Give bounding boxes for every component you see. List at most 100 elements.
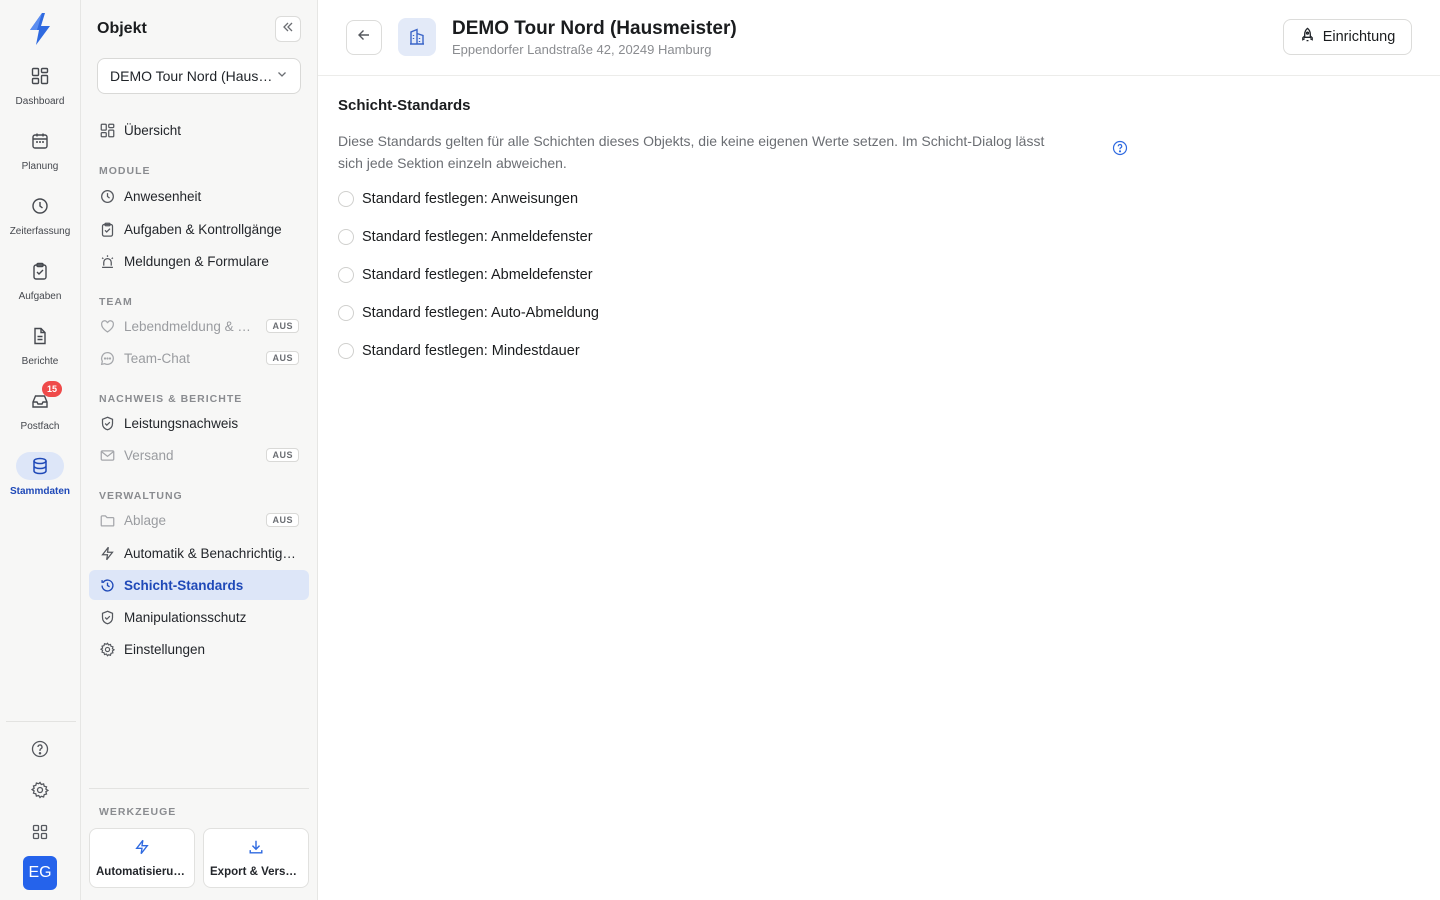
section-heading-nachweis: NACHWEIS & BERICHTE bbox=[99, 393, 243, 405]
inbox-icon: 15 bbox=[16, 381, 64, 415]
rail-label: Dashboard bbox=[15, 96, 65, 107]
document-icon bbox=[16, 322, 64, 350]
option-anweisungen[interactable]: Standard festlegen: Anweisungen bbox=[338, 189, 578, 209]
sidebar-item-label: Aufgaben & Kontrollgänge bbox=[124, 221, 282, 237]
checkbox[interactable] bbox=[338, 305, 354, 321]
sidebar-item-uebersicht[interactable]: Übersicht bbox=[89, 115, 309, 145]
rail-item-aufgaben[interactable]: Aufgaben bbox=[0, 257, 80, 313]
arrow-left-icon bbox=[357, 28, 371, 47]
sidebar-divider bbox=[89, 788, 309, 789]
sidebar-item-anwesenheit[interactable]: Anwesenheit bbox=[89, 181, 309, 211]
sidebar-item-versand[interactable]: Versand AUS bbox=[89, 440, 309, 470]
app-rail: Dashboard Planung Zeiterfassung Aufgaben… bbox=[0, 0, 81, 900]
rail-label: Aufgaben bbox=[18, 291, 62, 302]
rail-label: Stammdaten bbox=[9, 486, 70, 497]
tool-label: Export & Versand bbox=[210, 865, 302, 878]
tool-export-button[interactable]: Export & Versand bbox=[203, 828, 309, 888]
chat-bubble-icon bbox=[99, 350, 115, 366]
rail-label: Zeiterfassung bbox=[9, 226, 71, 237]
gear-icon bbox=[99, 641, 115, 657]
sidebar-item-leistungsnachweis[interactable]: Leistungsnachweis bbox=[89, 408, 309, 438]
object-select[interactable]: DEMO Tour Nord (Hausmeister) bbox=[97, 58, 301, 94]
apps-grid-icon[interactable] bbox=[30, 822, 50, 842]
collapse-sidebar-button[interactable] bbox=[275, 16, 301, 42]
sidebar-item-label: Meldungen & Formulare bbox=[124, 253, 269, 269]
option-anmeldefenster[interactable]: Standard festlegen: Anmeldefenster bbox=[338, 227, 593, 247]
sidebar-item-teamchat[interactable]: Team-Chat AUS bbox=[89, 343, 309, 373]
option-label: Standard festlegen: Mindestdauer bbox=[362, 343, 580, 359]
sidebar-item-schicht-standards[interactable]: Schicht-Standards bbox=[89, 570, 309, 600]
checkbox[interactable] bbox=[338, 343, 354, 359]
notification-badge: 15 bbox=[42, 381, 62, 397]
sidebar-item-automatik[interactable]: Automatik & Benachrichtigungen bbox=[89, 538, 309, 568]
rail-item-stammdaten[interactable]: Stammdaten bbox=[0, 452, 80, 508]
sidebar-item-einstellungen[interactable]: Einstellungen bbox=[89, 634, 309, 664]
setup-button[interactable]: Einrichtung bbox=[1283, 19, 1412, 55]
rail-item-postfach[interactable]: 15 Postfach bbox=[0, 381, 80, 443]
object-address: Eppendorfer Landstraße 42, 20249 Hamburg bbox=[452, 42, 712, 57]
building-icon bbox=[398, 18, 436, 56]
rail-label: Planung bbox=[21, 161, 59, 172]
section-title: Schicht-Standards bbox=[338, 97, 471, 114]
rocket-icon bbox=[1300, 27, 1315, 47]
off-badge: AUS bbox=[266, 319, 299, 333]
sidebar-item-label: Team-Chat bbox=[124, 350, 191, 366]
shield-check-icon bbox=[99, 609, 115, 625]
checkbox[interactable] bbox=[338, 191, 354, 207]
gear-icon[interactable] bbox=[30, 780, 50, 800]
calendar-icon bbox=[16, 127, 64, 155]
tool-label: Automatisierungen bbox=[96, 865, 188, 878]
user-avatar[interactable]: EG bbox=[23, 856, 57, 890]
database-icon bbox=[16, 452, 64, 480]
rail-item-planung[interactable]: Planung bbox=[0, 127, 80, 183]
clock-icon bbox=[16, 192, 64, 220]
sidebar-item-label: Leistungsnachweis bbox=[124, 415, 239, 431]
option-mindestdauer[interactable]: Standard festlegen: Mindestdauer bbox=[338, 341, 580, 361]
object-select-value: DEMO Tour Nord (Hausmeister) bbox=[110, 68, 276, 84]
sidebar-item-meldungen[interactable]: Meldungen & Formulare bbox=[89, 246, 309, 276]
checkbox[interactable] bbox=[338, 267, 354, 283]
clock-icon bbox=[99, 188, 115, 204]
rail-item-dashboard[interactable]: Dashboard bbox=[0, 62, 80, 118]
download-icon bbox=[248, 839, 264, 860]
app-logo-icon[interactable] bbox=[27, 12, 53, 46]
back-button[interactable] bbox=[346, 20, 382, 55]
option-auto-abmeldung[interactable]: Standard festlegen: Auto-Abmeldung bbox=[338, 303, 599, 323]
sidebar-title: Objekt bbox=[97, 20, 147, 37]
sidebar-item-label: Schicht-Standards bbox=[124, 577, 244, 593]
object-sidebar: Objekt DEMO Tour Nord (Hausmeister) Über… bbox=[81, 0, 318, 900]
sidebar-item-label: Anwesenheit bbox=[124, 188, 202, 204]
sidebar-item-label: Ablage bbox=[124, 512, 167, 528]
rail-item-berichte[interactable]: Berichte bbox=[0, 322, 80, 378]
option-abmeldefenster[interactable]: Standard festlegen: Abmeldefenster bbox=[338, 265, 593, 285]
tool-automatisierungen-button[interactable]: Automatisierungen bbox=[89, 828, 195, 888]
rail-label: Berichte bbox=[21, 356, 59, 367]
heart-icon bbox=[99, 318, 115, 334]
option-label: Standard festlegen: Anmeldefenster bbox=[362, 229, 593, 245]
sidebar-item-manipulationsschutz[interactable]: Manipulationsschutz bbox=[89, 602, 309, 632]
clock-history-icon bbox=[99, 577, 115, 593]
sidebar-item-label: Manipulationsschutz bbox=[124, 609, 247, 625]
sidebar-item-lebendmeldung[interactable]: Lebendmeldung & Notruf AUS bbox=[89, 311, 309, 341]
help-icon[interactable] bbox=[1112, 140, 1128, 156]
main-content: DEMO Tour Nord (Hausmeister) Eppendorfer… bbox=[318, 0, 1440, 900]
sidebar-item-label: Versand bbox=[124, 447, 174, 463]
clipboard-check-icon bbox=[16, 257, 64, 285]
sidebar-item-label: Automatik & Benachrichtigungen bbox=[124, 545, 299, 561]
lightning-icon bbox=[134, 839, 150, 860]
sidebar-item-label: Lebendmeldung & Notruf bbox=[124, 318, 259, 334]
chevrons-left-icon bbox=[282, 20, 294, 38]
off-badge: AUS bbox=[266, 448, 299, 462]
sidebar-item-label: Einstellungen bbox=[124, 641, 206, 657]
page-title: DEMO Tour Nord (Hausmeister) bbox=[452, 18, 737, 39]
help-icon[interactable] bbox=[30, 739, 50, 759]
dashboard-icon bbox=[99, 122, 115, 138]
lightning-icon bbox=[99, 545, 115, 561]
sidebar-item-aufgaben[interactable]: Aufgaben & Kontrollgänge bbox=[89, 214, 309, 244]
sidebar-item-label: Übersicht bbox=[124, 122, 182, 138]
sidebar-item-ablage[interactable]: Ablage AUS bbox=[89, 505, 309, 535]
checkbox[interactable] bbox=[338, 229, 354, 245]
section-description: Diese Standards gelten für alle Schichte… bbox=[338, 133, 1045, 171]
rail-divider bbox=[6, 721, 76, 722]
rail-item-zeiterfassung[interactable]: Zeiterfassung bbox=[0, 192, 80, 248]
